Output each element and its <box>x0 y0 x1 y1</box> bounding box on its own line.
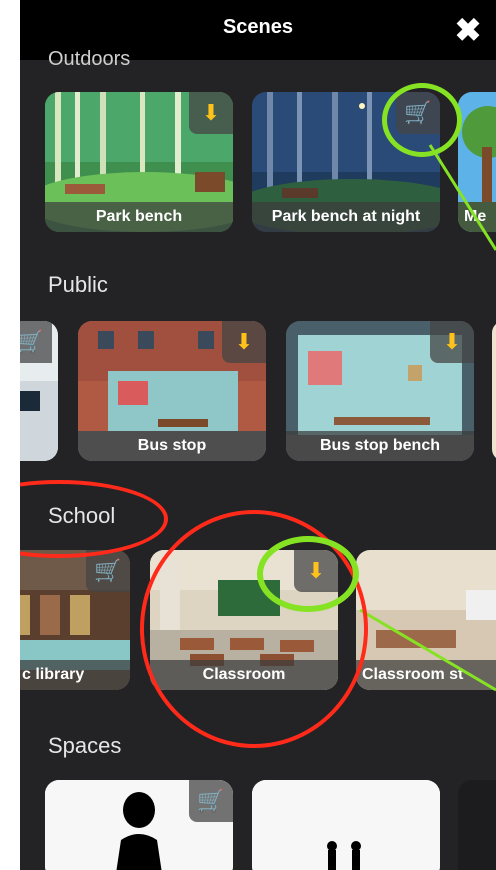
section-public-heading: Public <box>48 272 108 297</box>
scene-card-classroom[interactable]: ⬇ Classroom <box>150 550 338 690</box>
scene-card-label: Bus stop <box>78 431 266 461</box>
scene-card-space-partial[interactable] <box>458 780 496 870</box>
scene-card-label: Bus stop bench <box>286 431 474 461</box>
scene-card-park-bench[interactable]: ⬇ Park bench <box>45 92 233 232</box>
scene-card-label: Park bench at night <box>252 202 440 232</box>
two-people-silhouette-thumbnail <box>252 780 440 870</box>
scenes-screen: Scenes ✖ Outdoors ⬇ Park bench 🛒 Park be… <box>20 0 496 870</box>
page-title: Scenes <box>222 16 294 38</box>
scene-card-space-two[interactable] <box>252 780 440 870</box>
scene-card-label: Me <box>458 202 496 232</box>
scene-card-label: Park bench <box>45 202 233 232</box>
close-icon[interactable]: ✖ <box>450 10 486 50</box>
scene-card-library-partial[interactable]: 🛒 c library <box>20 550 130 690</box>
download-icon[interactable]: ⬇ <box>222 321 266 363</box>
scene-card-label: Classroom st <box>356 660 496 690</box>
scene-card-bus-stop-bench[interactable]: ⬇ Bus stop bench <box>286 321 474 461</box>
scene-card-label: Classroom <box>150 660 338 690</box>
scene-card-public-partial-right[interactable] <box>492 321 496 461</box>
cart-icon[interactable]: 🛒 <box>86 550 130 592</box>
download-icon[interactable]: ⬇ <box>430 321 474 363</box>
scene-card-park-bench-night[interactable]: 🛒 Park bench at night <box>252 92 440 232</box>
scene-card-bus-stop[interactable]: ⬇ Bus stop <box>78 321 266 461</box>
cart-icon[interactable]: 🛒 <box>189 780 233 822</box>
section-school-heading: School <box>48 503 116 528</box>
scene-card-public-partial-left[interactable]: 🛒 <box>20 321 58 461</box>
scene-card-me-partial[interactable]: Me <box>458 92 496 232</box>
partial-thumbnail <box>492 321 496 461</box>
section-spaces-heading: Spaces <box>48 733 122 758</box>
section-outdoors-heading: Outdoors <box>48 48 131 70</box>
scene-card-classroom-st-partial[interactable]: Classroom st <box>356 550 496 690</box>
download-icon[interactable]: ⬇ <box>294 550 338 592</box>
download-icon[interactable]: ⬇ <box>189 92 233 134</box>
scene-card-label: c library <box>20 660 130 690</box>
scene-card-space-one[interactable]: 🛒 <box>45 780 233 870</box>
cart-icon[interactable]: 🛒 <box>396 92 440 134</box>
cart-icon[interactable]: 🛒 <box>20 321 52 363</box>
left-edge-strip <box>0 0 20 870</box>
